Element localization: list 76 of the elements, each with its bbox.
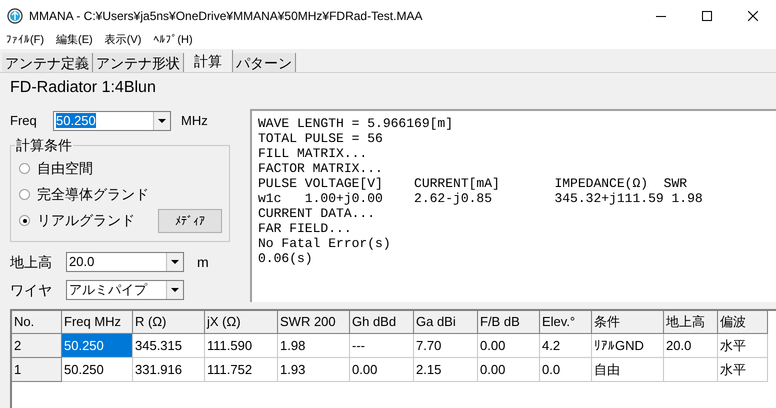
output-line: FILL MATRIX... (258, 146, 368, 161)
menu-item[interactable]: ﾌｧｲﾙ(F) (6, 32, 44, 49)
table-cell: 111.590 (205, 334, 278, 358)
column-header: 条件 (592, 311, 664, 334)
window-title: MMANA - C:¥Users¥ja5ns¥OneDrive¥MMANA¥50MHz¥FDRad-Test.MAA (29, 8, 422, 25)
radio-label[interactable]: 自由空間 (37, 158, 93, 180)
row-header: 1 (12, 358, 62, 382)
tab[interactable]: アンテナ形状 (93, 53, 184, 72)
table-cell: 0.0 (540, 358, 592, 382)
table-cell: 0.00 (350, 358, 414, 382)
column-header: 偏波 (718, 311, 768, 334)
output-line: WAVE LENGTH = 5.966169[m] (258, 116, 454, 131)
close-icon (748, 11, 758, 21)
menu-item[interactable]: 編集(E) (56, 32, 93, 49)
menu-item[interactable]: 表示(V) (104, 32, 142, 49)
output-line: w1c 1.00+j0.00 2.62-j0.85 345.32+j111.59 1.98 (258, 191, 703, 206)
table-cell: 111.752 (205, 358, 278, 382)
row-header: 2 (12, 334, 62, 358)
output-line: 0.06(s) (258, 251, 313, 266)
output-line: FAR FIELD... (258, 221, 352, 236)
table-cell: 1.98 (278, 334, 350, 358)
freq-field[interactable]: 50.250 (53, 110, 171, 131)
column-header: R (Ω) (133, 311, 205, 334)
table-row[interactable]: 1 50.250 331.916 111.752 1.93 0.00 2.15 0.00 0.0 自由 水平 (12, 358, 776, 382)
column-header: F/B dB (478, 311, 540, 334)
column-header: No. (12, 311, 62, 334)
table-cell: 水平 (718, 358, 768, 382)
freq-unit: MHz (181, 112, 208, 130)
height-field[interactable]: 20.0 (66, 252, 184, 272)
output-line: TOTAL PULSE = 56 (258, 131, 383, 146)
radio-button[interactable] (19, 215, 30, 226)
table-cell: 50.250 (62, 358, 133, 382)
menu-item[interactable]: ﾍﾙﾌﾟ(H) (153, 32, 193, 49)
output-line: FACTOR MATRIX... (258, 161, 383, 176)
table-cell: 自由 (592, 358, 664, 382)
antenna-name: FD-Radiator 1:4Blun (10, 78, 156, 98)
table-cell: 20.0 (664, 334, 718, 358)
table-cell: 4.2 (540, 334, 592, 358)
table-cell: 331.916 (133, 358, 205, 382)
column-header: 地上高 (664, 311, 718, 334)
table-cell: ﾘｱﾙGND (592, 334, 664, 358)
freq-label: Freq (10, 112, 38, 130)
app-icon (7, 8, 23, 24)
table-cell: 7.70 (414, 334, 478, 358)
output-line: PULSE VOLTAGE[V] CURRENT[mA] IMPEDANCE(Ω) SWR (258, 176, 688, 191)
maximize-icon (702, 11, 712, 21)
tab[interactable]: パターン (233, 53, 296, 72)
table-cell (664, 358, 718, 382)
radio-label[interactable]: 完全導体グランド (37, 184, 149, 206)
output-line: No Fatal Error(s) (258, 236, 391, 251)
table-cell: 0.00 (478, 334, 540, 358)
table-row[interactable]: 2 50.250 345.315 111.590 1.98 --- 7.70 0.00 4.2 ﾘｱﾙGND 20.0 水平 (12, 334, 776, 358)
group-title: 計算条件 (15, 136, 73, 154)
output-line: CURRENT DATA... (258, 206, 376, 221)
table-cell: --- (350, 334, 414, 358)
height-label: 地上高 (10, 252, 53, 272)
table-cell: 2.15 (414, 358, 478, 382)
table-cell: 1.93 (278, 358, 350, 382)
column-header: Freq MHz (62, 311, 133, 334)
tab[interactable]: アンテナ定義 (2, 53, 93, 72)
media-button[interactable]: ﾒﾃﾞｨｱ (158, 208, 222, 233)
column-header: SWR 200 (278, 311, 350, 334)
radio-button[interactable] (19, 189, 30, 200)
table-cell: 水平 (718, 334, 768, 358)
radio-label[interactable]: リアルグランド (37, 210, 135, 232)
table-cell: 0.00 (478, 358, 540, 382)
radio-button[interactable] (19, 163, 30, 174)
column-header: Elev.° (540, 311, 592, 334)
wire-field[interactable]: アルミパイプ (66, 280, 184, 300)
height-unit: m (197, 252, 209, 272)
table-cell: 50.250 (62, 334, 133, 358)
column-header: Ga dBi (414, 311, 478, 334)
column-header: jX (Ω) (205, 311, 278, 334)
table-cell: 345.315 (133, 334, 205, 358)
column-header: Gh dBd (350, 311, 414, 334)
wire-label: ワイヤ (10, 280, 53, 300)
